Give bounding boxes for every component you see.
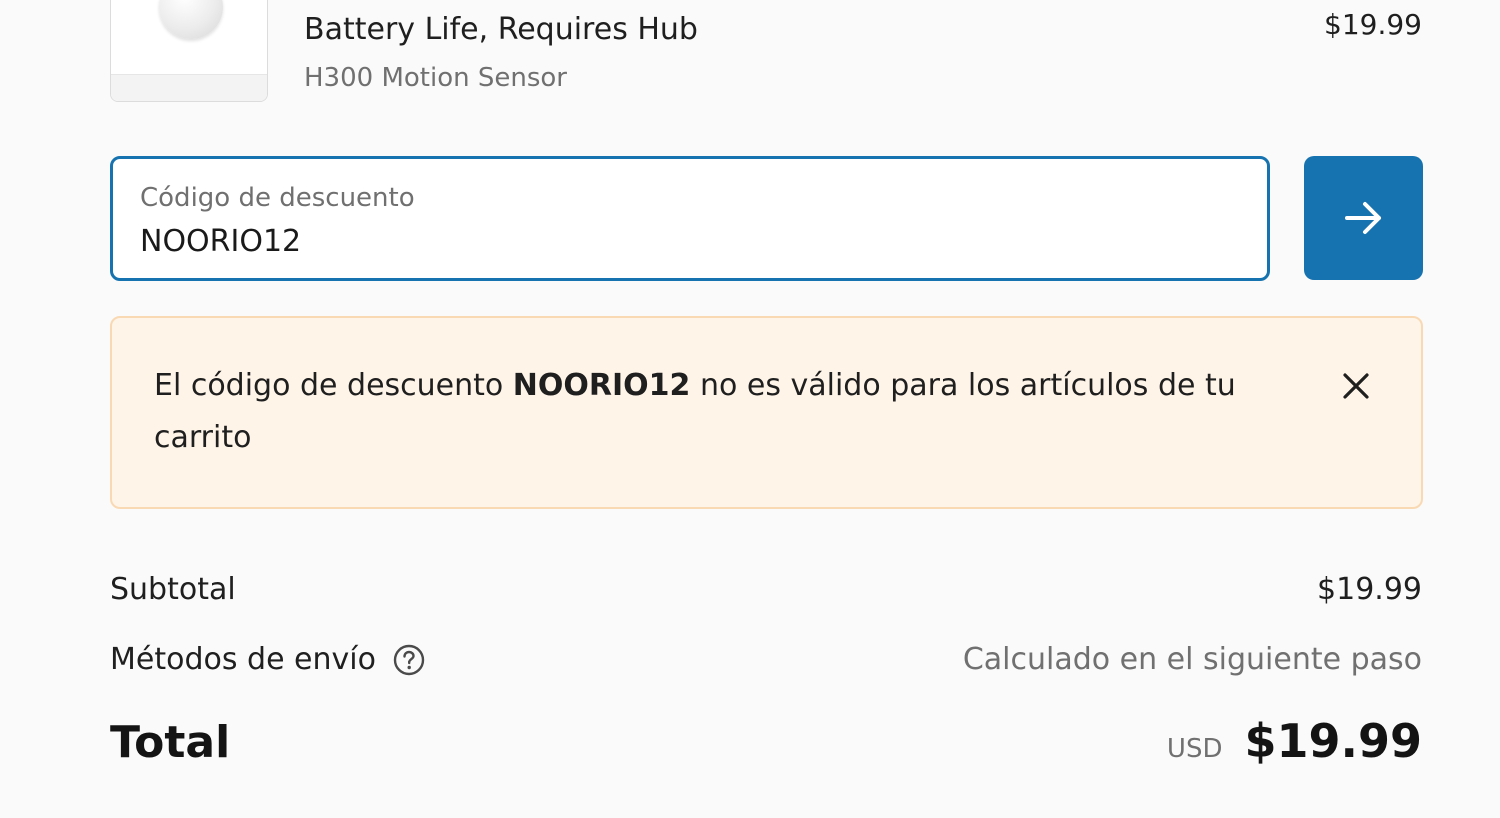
question-circle-icon[interactable] [392,643,426,677]
apply-discount-button[interactable] [1304,156,1423,280]
total-amount: $19.99 [1244,714,1422,768]
shipping-methods-value: Calculado en el siguiente paso [962,642,1422,677]
product-price: $19.99 [1324,8,1422,41]
discount-error-banner: El código de descuento NOORIO12 no es vá… [110,316,1423,509]
subtotal-label: Subtotal [110,572,236,607]
product-thumbnail [110,0,268,102]
error-prefix: El código de descuento [154,368,513,403]
product-variant: H300 Motion Sensor [304,63,567,93]
motion-sensor-image [159,0,223,39]
dismiss-error-button[interactable] [1334,364,1378,408]
shipping-methods-label: Métodos de envío [110,642,376,677]
subtotal-value: $19.99 [1317,572,1422,607]
close-icon [1343,373,1369,399]
discount-error-message: El código de descuento NOORIO12 no es vá… [154,360,1264,464]
discount-code-field[interactable]: Código de descuento [110,156,1270,281]
arrow-right-icon [1344,202,1381,234]
total-value: USD $19.99 [1167,714,1422,768]
total-label: Total [110,717,231,768]
discount-code-label: Código de descuento [140,183,415,213]
error-code: NOORIO12 [512,368,691,403]
total-currency: USD [1166,734,1223,764]
shipping-methods-row: Métodos de envío [110,640,426,680]
product-title: Battery Life, Requires Hub [304,12,698,47]
discount-code-input[interactable] [138,219,1232,263]
